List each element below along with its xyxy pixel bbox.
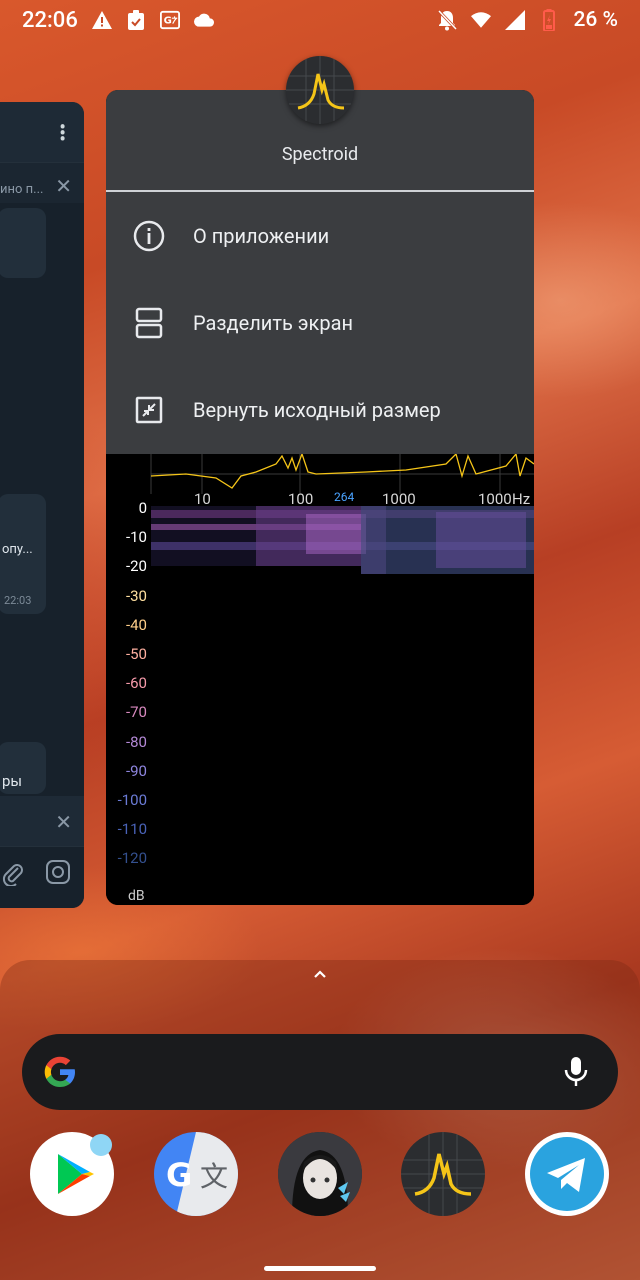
freq-tick: 1000 bbox=[478, 490, 512, 508]
db-tick: -100 bbox=[117, 791, 147, 809]
peak-marker: 264 bbox=[334, 490, 355, 504]
recent-app-card-spectroid[interactable]: Spectroid О приложении Разделить экран В… bbox=[106, 90, 534, 905]
svg-text:文: 文 bbox=[200, 1160, 228, 1193]
google-logo-icon bbox=[42, 1054, 78, 1094]
db-tick: -20 bbox=[125, 557, 147, 576]
google-search-bar[interactable] bbox=[22, 1034, 618, 1110]
db-tick: -80 bbox=[125, 732, 147, 751]
svg-text:G: G bbox=[166, 1156, 192, 1194]
info-icon bbox=[132, 219, 166, 253]
freq-unit: Hz bbox=[512, 490, 531, 508]
notifications-off-icon bbox=[437, 9, 458, 31]
spectrum-graph bbox=[106, 454, 534, 905]
spectroid-app-icon[interactable] bbox=[286, 56, 354, 124]
db-tick: -90 bbox=[125, 761, 147, 780]
svg-text:G: G bbox=[163, 16, 171, 27]
db-tick: -10 bbox=[125, 528, 147, 547]
avatar-icon[interactable] bbox=[278, 1132, 362, 1216]
app-name: Spectroid bbox=[281, 144, 359, 165]
telegram-icon[interactable] bbox=[525, 1132, 609, 1216]
close-icon[interactable]: ✕ bbox=[55, 810, 72, 834]
chevron-up-icon[interactable] bbox=[310, 966, 330, 982]
signal-icon bbox=[505, 10, 526, 30]
camera-icon[interactable] bbox=[46, 860, 70, 888]
pinned-preview: ино п... bbox=[0, 182, 44, 197]
battery-percent: 26 % bbox=[573, 8, 618, 32]
menu-item-restore-size[interactable]: Вернуть исходный размер bbox=[106, 366, 534, 453]
wifi-icon bbox=[471, 10, 492, 30]
mic-icon[interactable] bbox=[564, 1056, 588, 1092]
cloud-icon bbox=[193, 10, 214, 30]
google-translate-icon[interactable]: G 文 bbox=[154, 1132, 238, 1216]
db-unit: dB bbox=[128, 888, 145, 904]
app-drawer-sheet[interactable] bbox=[0, 960, 640, 1280]
db-tick: -110 bbox=[117, 820, 147, 839]
db-tick: -40 bbox=[125, 615, 147, 634]
message-bubble bbox=[0, 208, 46, 278]
split-screen-icon bbox=[132, 306, 166, 340]
db-tick: -50 bbox=[125, 645, 147, 663]
spectroid-icon[interactable] bbox=[401, 1132, 485, 1216]
db-tick: -70 bbox=[125, 703, 147, 722]
menu-item-label: О приложении bbox=[193, 223, 330, 248]
close-icon[interactable]: ✕ bbox=[55, 174, 72, 198]
notification-dot bbox=[90, 1134, 112, 1156]
freq-tick: 1000 bbox=[382, 490, 416, 508]
menu-item-label: Разделить экран bbox=[193, 310, 353, 335]
warning-icon bbox=[91, 10, 112, 30]
freq-tick: 10 bbox=[194, 490, 211, 508]
menu-item-app-info[interactable]: О приложении bbox=[106, 192, 534, 279]
menu-item-split-screen[interactable]: Разделить экран bbox=[106, 279, 534, 366]
battery-icon bbox=[539, 9, 559, 31]
clock: 22:06 bbox=[22, 7, 78, 33]
db-tick: -30 bbox=[125, 586, 147, 605]
app-options-menu: Spectroid О приложении Разделить экран В… bbox=[106, 90, 534, 454]
db-tick: 0 bbox=[138, 499, 147, 517]
db-tick: -60 bbox=[125, 674, 147, 693]
more-vert-icon[interactable]: • • • bbox=[59, 117, 66, 149]
clipboard-check-icon bbox=[126, 10, 146, 30]
db-tick: -120 bbox=[117, 849, 147, 868]
status-bar: 22:06 G 26 % bbox=[0, 0, 640, 40]
spectrogram-view: 10 100 264 1000 1000 Hz 0 -10 -20 -30 -40 -50… bbox=[106, 454, 534, 905]
recent-app-card-telegram[interactable]: ••• ино п... ✕ опу... 22:03 3 ры ✕ bbox=[0, 102, 84, 908]
freq-tick: 100 bbox=[288, 490, 314, 508]
attach-icon[interactable] bbox=[2, 862, 24, 890]
message-snippet: опу... bbox=[2, 542, 33, 557]
translate-icon: G bbox=[159, 10, 180, 30]
message-snippet-2: ры bbox=[2, 772, 23, 790]
restore-size-icon bbox=[132, 393, 166, 427]
message-time: 22:03 bbox=[4, 594, 32, 607]
menu-item-label: Вернуть исходный размер bbox=[193, 397, 441, 422]
gesture-nav-handle[interactable] bbox=[264, 1266, 376, 1271]
